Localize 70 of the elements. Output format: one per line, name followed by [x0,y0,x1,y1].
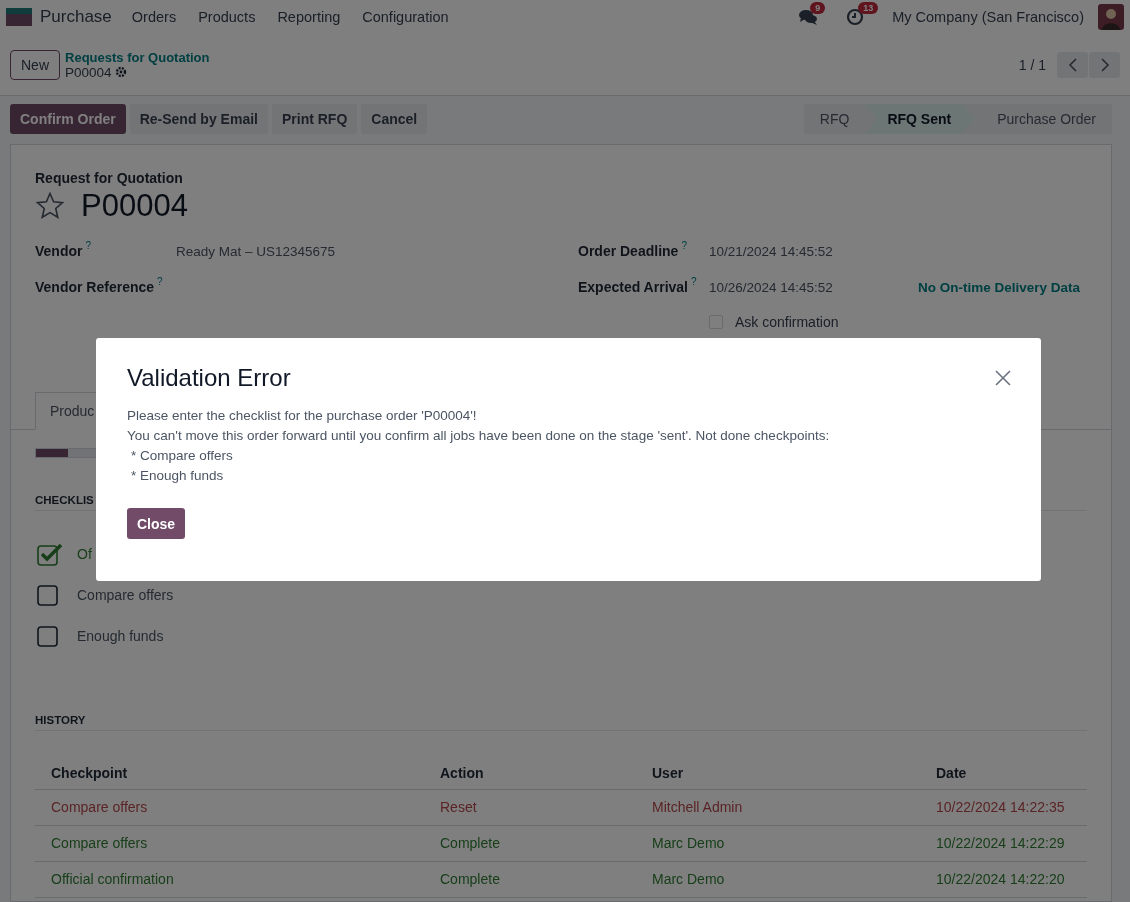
menu-item[interactable]: Orders [131,9,177,25]
help-mark[interactable]: ? [85,240,92,251]
delivery-link[interactable]: No On-time Delivery Data [918,279,1081,295]
company-switcher[interactable]: My Company (San Francisco) [892,9,1084,25]
record-title: P00004 [81,188,188,224]
menu-item[interactable]: Configuration [362,9,449,25]
status-stage[interactable]: RFQ Sent [865,104,976,134]
menu-item[interactable]: Reporting [277,9,341,25]
field-label: Vendor [35,243,83,259]
record-name: P00004 [65,64,112,80]
column-header: Checkpoint [35,757,424,790]
new-button[interactable]: New [10,49,60,80]
menu-item[interactable]: Products [198,9,256,25]
help-mark[interactable]: ? [157,276,163,287]
table-cell: Reset [424,789,636,826]
column-header: Date [920,757,1087,790]
action-button[interactable]: Cancel [361,104,428,134]
gear-icon[interactable] [114,66,127,78]
notification-count: 9 [810,2,826,14]
table-cell: Marc Demo [636,825,920,862]
table-cell: 10/22/2024 14:22:20 [920,861,1087,898]
dialog-message: * Enough funds [130,467,225,485]
checkbox[interactable] [37,541,63,566]
chevron-right-icon [1099,57,1110,72]
dialog-message: You can't move this order forward until you confirm all jobs have been done on the stage 'sent'. Not done checkpoints: [127,427,831,445]
close-icon[interactable] [995,370,1011,386]
action-button[interactable]: Confirm Order [10,104,126,134]
table-cell: Official confirmation [35,861,424,898]
table-cell: Complete [424,825,636,862]
form-subtitle: Request for Quotation [35,170,184,186]
table-cell: Marc Demo [636,861,920,898]
field-label: Vendor Reference [35,279,155,295]
next-button[interactable] [1089,51,1120,78]
status-stage[interactable]: Purchase Order [975,104,1112,134]
dialog-message: Please enter the checklist for the purchase order 'P00004'! [127,407,478,425]
pager-value: 1 / 1 [1018,56,1046,73]
table-cell: Complete [424,861,636,898]
field-label: Expected Arrival [578,279,688,295]
clock-icon[interactable] [846,8,865,26]
app-name[interactable]: Purchase [40,7,112,27]
notification-count: 13 [858,2,879,14]
dialog-title: Validation Error [127,364,291,392]
user-avatar[interactable] [1098,4,1124,30]
action-button[interactable]: Re-Send by Email [129,104,268,134]
column-header: User [636,757,920,790]
checklist-label: Enough funds [77,627,164,644]
close-button[interactable]: Close [127,508,186,539]
previous-button[interactable] [1057,51,1088,78]
help-mark[interactable]: ? [681,240,687,251]
field-value[interactable]: Ready Mat – US12345675 [176,243,385,259]
table-cell: 10/22/2024 14:22:29 [920,825,1087,862]
help-mark[interactable]: ? [691,276,697,287]
column-header: Action [424,757,636,790]
star-icon[interactable] [35,191,65,221]
breadcrumb-link[interactable]: Requests for Quotation [65,49,210,65]
table-cell: Mitchell Admin [636,789,920,826]
table-cell: Compare offers [35,825,424,862]
checklist-label: Of [77,545,92,562]
checkbox-label: Ask confirmation [735,314,839,330]
chevron-left-icon [1067,57,1078,72]
table-cell: 10/22/2024 14:22:35 [920,789,1087,826]
section-title: HISTORY [35,714,1087,731]
checklist-label: Compare offers [77,586,174,603]
field-label: Order Deadline [578,243,679,259]
action-button[interactable]: Print RFQ [271,104,358,134]
status-stage[interactable]: RFQ [803,104,866,134]
field-value[interactable]: 10/26/2024 14:45:52 [709,279,918,295]
field-value[interactable]: 10/21/2024 14:45:52 [709,243,918,259]
dialog-message: * Compare offers [130,447,234,465]
table-cell: Compare offers [35,789,424,826]
